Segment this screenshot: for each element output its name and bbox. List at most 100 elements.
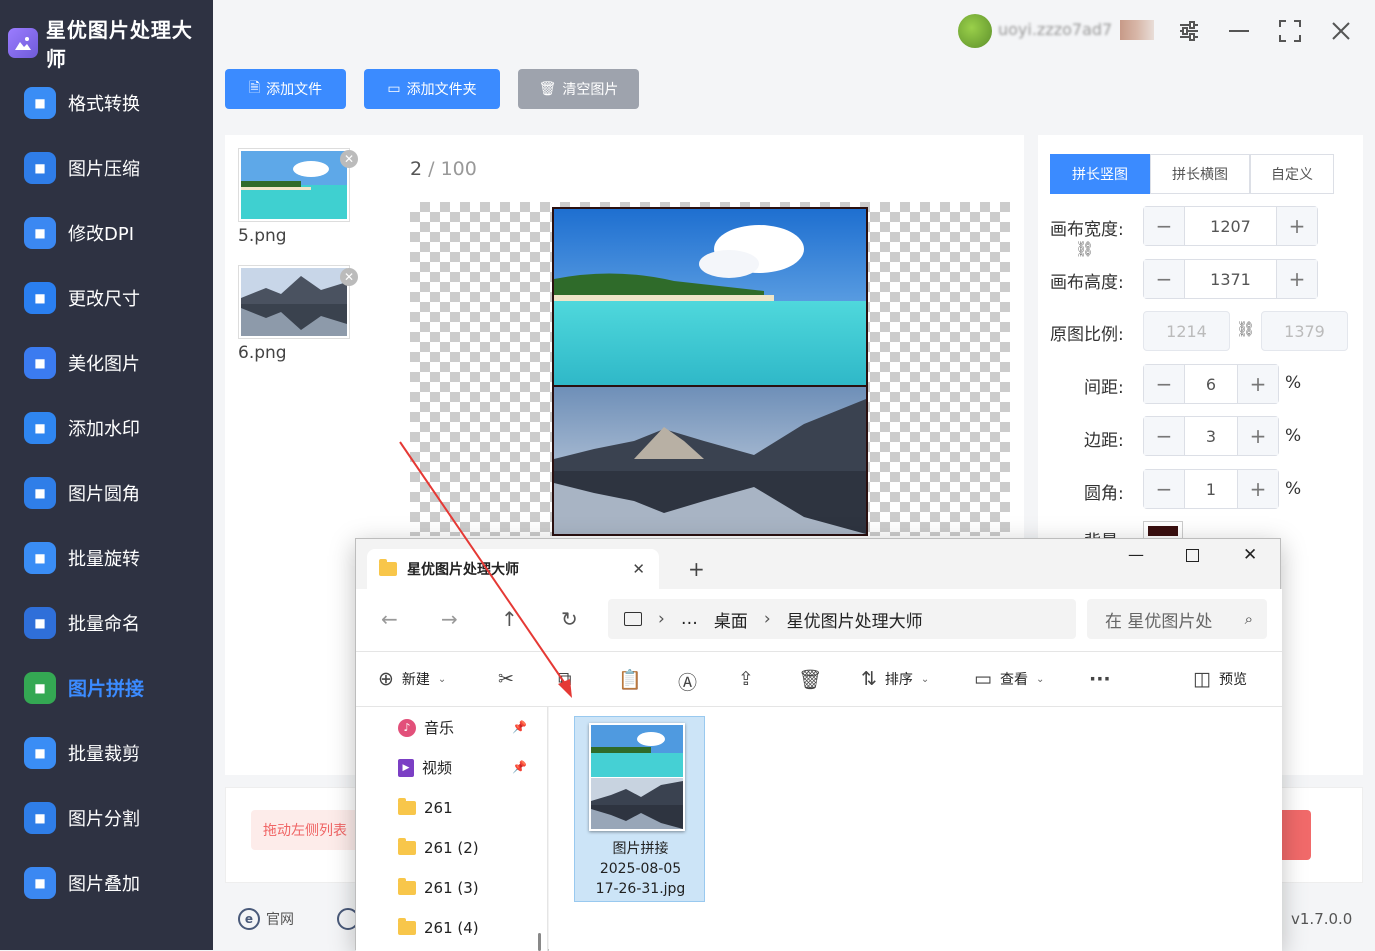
close-icon[interactable] [1328,18,1354,44]
new-tab-icon[interactable]: + [688,557,705,581]
settings-sliders-icon[interactable] [1176,18,1202,44]
sidebar-item-beautify[interactable]: ■ 美化图片 [0,330,213,395]
back-icon[interactable]: ← [381,607,398,631]
nav-item-folder[interactable]: 261 [398,798,453,817]
plus-icon[interactable]: + [1238,470,1278,508]
rename-button[interactable]: Ⓐ [678,668,697,695]
canvas-height-stepper[interactable]: −1371 + [1143,259,1318,299]
nav-label: 视频 [422,759,453,777]
cut-button[interactable]: ✂ [498,668,514,690]
minimize-icon[interactable] [1226,18,1252,44]
scrollbar[interactable] [538,933,541,951]
nav-item-folder[interactable]: 261 (2) [398,838,479,857]
preview-pane-button[interactable]: ◫ 预览 [1193,668,1247,690]
breadcrumb-more[interactable]: … [681,609,698,629]
counter-max: 100 [440,158,477,180]
file-thumbnail-5[interactable] [238,148,350,222]
start-button[interactable] [1278,810,1311,860]
sort-label: 排序 [884,672,913,688]
paste-button[interactable]: 📋 [618,668,642,691]
sidebar-item-compress[interactable]: ■ 图片压缩 [0,135,213,200]
sidebar-item-overlay[interactable]: ■ 图片叠加 [0,850,213,915]
sidebar-item-label: 图片叠加 [68,873,140,895]
sidebar-item-label: 图片分割 [68,808,140,830]
refresh-icon[interactable]: ↻ [561,607,578,631]
sidebar-item-format-convert[interactable]: ■ 格式转换 [0,70,213,135]
canvas-width-stepper[interactable]: −1207 + [1143,206,1318,246]
address-bar[interactable]: › … 桌面 › 星优图片处理大师 [608,599,1076,639]
more-button[interactable]: ··· [1089,668,1111,690]
up-icon[interactable]: ↑ [501,607,518,631]
breadcrumb-desktop[interactable]: 桌面 [714,607,748,632]
sidebar-item-crop[interactable]: ■ 批量裁剪 [0,720,213,785]
close-tab-icon[interactable]: ✕ [632,560,645,578]
copy-button[interactable]: ⧉ [558,668,572,690]
radius-stepper[interactable]: −1 + [1143,469,1279,509]
clear-images-button[interactable]: 🗑 清空图片 [518,69,639,109]
breadcrumb-folder[interactable]: 星优图片处理大师 [787,607,923,632]
sidebar-item-round-corner[interactable]: ■ 图片圆角 [0,460,213,525]
close-icon[interactable]: ✕ [1243,545,1257,565]
maximize-icon[interactable] [1277,18,1303,44]
file-thumbnail-6[interactable] [238,265,350,339]
radius-value[interactable]: 1 [1184,470,1238,508]
view-icon: ▭ [974,668,992,690]
remove-file-icon[interactable]: ✕ [340,268,358,286]
nav-item-music[interactable]: ♪ 音乐 [398,717,454,738]
canvas-height-value[interactable]: 1371 [1184,260,1277,298]
plus-icon[interactable]: + [1277,260,1317,298]
avatar[interactable] [958,14,992,48]
plus-icon[interactable]: + [1238,417,1278,455]
sidebar-item-watermark[interactable]: ■ 添加水印 [0,395,213,460]
explorer-tab[interactable]: 星优图片处理大师 ✕ [367,549,659,589]
explorer-tab-title: 星优图片处理大师 [407,562,519,578]
tab-vertical[interactable]: 拼长竖图 [1050,154,1150,194]
spacing-stepper[interactable]: −6 + [1143,364,1279,404]
minimize-icon[interactable]: — [1128,545,1144,564]
sidebar-item-label: 修改DPI [68,223,135,245]
view-button[interactable]: ▭ 查看 ⌄ [974,668,1044,690]
explorer-navbar: ← → ↑ ↻ › … 桌面 › 星优图片处理大师 在 星优图片处 ⌕ [356,589,1282,651]
add-folder-button[interactable]: ▭ 添加文件夹 [364,69,500,109]
sidebar-item-split[interactable]: ■ 图片分割 [0,785,213,850]
minus-icon[interactable]: − [1144,470,1184,508]
plus-icon[interactable]: + [1277,207,1317,245]
more-icon: ··· [1089,668,1111,690]
sidebar-item-dpi[interactable]: ■ 修改DPI [0,200,213,265]
sidebar-item-splice[interactable]: ■ 图片拼接 [0,655,213,720]
add-file-button[interactable]: 🗎 添加文件 [225,69,346,109]
new-button[interactable]: ⊕ 新建 ⌄ [378,668,446,690]
pin-icon[interactable]: 📌 [512,720,527,734]
nav-item-video[interactable]: ▶ 视频 [398,757,452,778]
sidebar-item-rotate[interactable]: ■ 批量旋转 [0,525,213,590]
forward-icon[interactable]: → [441,607,458,631]
canvas-width-value[interactable]: 1207 [1184,207,1277,245]
sidebar-item-label: 图片圆角 [68,483,140,505]
margin-value[interactable]: 3 [1184,417,1238,455]
maximize-icon[interactable] [1186,549,1199,562]
plus-icon[interactable]: + [1238,365,1278,403]
pin-icon[interactable]: 📌 [512,760,527,774]
nav-item-folder[interactable]: 261 (3) [398,878,479,897]
tab-custom[interactable]: 自定义 [1250,154,1334,194]
sidebar-item-resize[interactable]: ■ 更改尺寸 [0,265,213,330]
link-icon[interactable]: ⛓ [1075,240,1094,258]
file-item-selected[interactable]: 图片拼接 2025-08-05 17-26-31.jpg [574,716,705,902]
nav-item-folder[interactable]: 261 (4) [398,918,479,937]
delete-button[interactable]: 🗑 [798,668,822,691]
minus-icon[interactable]: − [1144,207,1184,245]
spacing-value[interactable]: 6 [1184,365,1238,403]
share-button[interactable]: ⇪ [738,668,754,690]
minus-icon[interactable]: − [1144,260,1184,298]
minus-icon[interactable]: − [1144,365,1184,403]
sidebar-item-rename[interactable]: ■ 批量命名 [0,590,213,655]
margin-stepper[interactable]: −3 + [1143,416,1279,456]
preview-pane-icon: ◫ [1193,668,1211,690]
remove-file-icon[interactable]: ✕ [340,150,358,168]
tab-horizontal[interactable]: 拼长横图 [1150,154,1250,194]
search-input[interactable]: 在 星优图片处 ⌕ [1087,599,1267,639]
folder-outline-icon: ▭ [387,81,401,97]
sort-button[interactable]: ⇅ 排序 ⌄ [861,668,929,690]
website-link[interactable]: e 官网 [238,908,294,930]
minus-icon[interactable]: − [1144,417,1184,455]
